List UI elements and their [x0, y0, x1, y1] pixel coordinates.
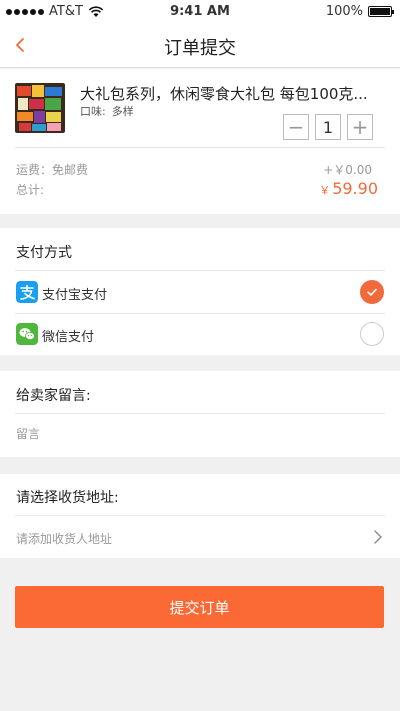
flavor-value: 多样	[111, 105, 134, 118]
payment-option-wechat[interactable]: 微信支付	[0, 313, 400, 355]
address-title: 请选择收货地址:	[16, 490, 119, 506]
wechat-icon	[16, 323, 38, 345]
shipping-value: +￥0.00	[323, 163, 372, 177]
address-section: 请选择收货地址: 请添加收货人地址	[0, 474, 400, 558]
alipay-radio[interactable]	[360, 280, 384, 304]
chevron-right-icon	[374, 530, 382, 544]
total-amount: 59.90	[332, 179, 378, 198]
total-label: 总计:	[16, 183, 45, 197]
divider	[15, 147, 385, 148]
total-price: ￥ 59.90	[319, 179, 378, 198]
payment-title: 支付方式	[16, 245, 72, 261]
add-address-prompt: 请添加收货人地址	[16, 532, 113, 546]
add-address-row[interactable]: 请添加收货人地址	[0, 515, 400, 558]
status-bar: AT&T 9:41 AM 100%	[0, 0, 400, 24]
shipping-label: 运费：免邮费	[16, 163, 89, 177]
seller-message-input[interactable]	[16, 427, 376, 441]
payment-option-alipay[interactable]: 支付宝支付	[0, 271, 400, 313]
nav-bar: 订单提交	[0, 24, 400, 68]
page-title: 订单提交	[164, 38, 236, 59]
battery-percent: 100%	[325, 4, 363, 19]
currency-symbol: ￥	[319, 184, 331, 197]
message-title: 给卖家留言:	[16, 388, 91, 404]
quantity-stepper: − 1 +	[283, 114, 373, 140]
product-card: 大礼包系列，休闲零食大礼包 每包100克... 口味: 多样 − 1 + 运费：…	[0, 69, 400, 214]
message-section: 给卖家留言:	[0, 371, 400, 457]
check-icon	[367, 288, 377, 296]
payment-section: 支付方式 支付宝支付 微信支付	[0, 228, 400, 355]
battery-icon	[368, 6, 394, 17]
product-name[interactable]: 大礼包系列，休闲零食大礼包 每包100克...	[80, 83, 385, 104]
quantity-value[interactable]: 1	[315, 114, 341, 140]
submit-order-button[interactable]: 提交订单	[15, 586, 384, 628]
payment-option-label: 微信支付	[42, 330, 95, 345]
decrease-quantity-button[interactable]: −	[283, 114, 309, 140]
product-image[interactable]	[15, 83, 65, 133]
increase-quantity-button[interactable]: +	[347, 114, 373, 140]
divider	[15, 413, 385, 414]
wechat-radio[interactable]	[360, 322, 384, 346]
product-flavor: 口味: 多样	[80, 103, 134, 119]
status-right: 100%	[325, 4, 394, 19]
flavor-label: 口味:	[80, 105, 106, 118]
payment-option-label: 支付宝支付	[42, 288, 108, 303]
alipay-icon	[16, 281, 38, 303]
